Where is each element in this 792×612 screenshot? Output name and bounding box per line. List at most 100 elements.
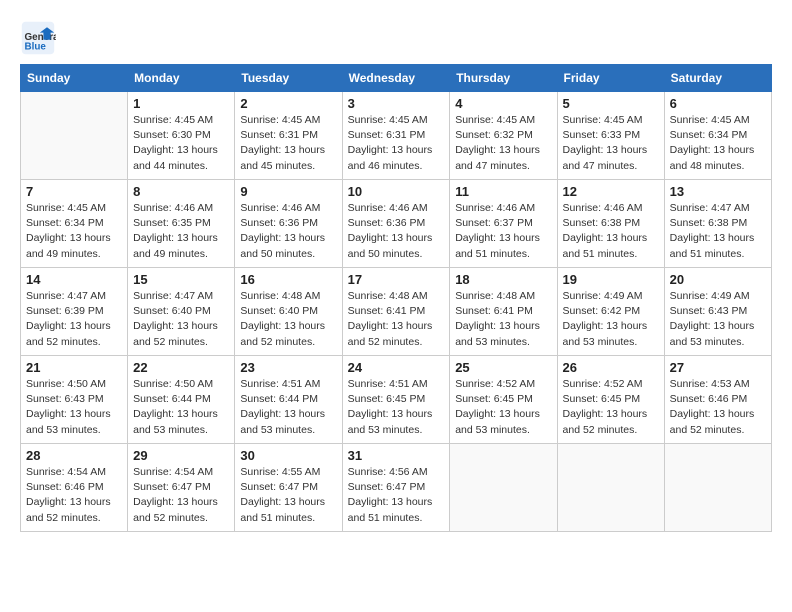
- calendar-cell: 24 Sunrise: 4:51 AM Sunset: 6:45 PM Dayli…: [342, 356, 450, 444]
- calendar-cell: 25 Sunrise: 4:52 AM Sunset: 6:45 PM Dayli…: [450, 356, 557, 444]
- calendar-cell: 22 Sunrise: 4:50 AM Sunset: 6:44 PM Dayli…: [128, 356, 235, 444]
- day-info: Sunrise: 4:45 AM Sunset: 6:30 PM Dayligh…: [133, 113, 229, 174]
- day-info: Sunrise: 4:45 AM Sunset: 6:31 PM Dayligh…: [348, 113, 445, 174]
- day-info: Sunrise: 4:50 AM Sunset: 6:43 PM Dayligh…: [26, 377, 122, 438]
- calendar-week-row: 1 Sunrise: 4:45 AM Sunset: 6:30 PM Daylig…: [21, 92, 772, 180]
- calendar-week-row: 14 Sunrise: 4:47 AM Sunset: 6:39 PM Dayli…: [21, 268, 772, 356]
- weekday-header-friday: Friday: [557, 65, 664, 92]
- day-number: 4: [455, 96, 551, 111]
- day-info: Sunrise: 4:49 AM Sunset: 6:43 PM Dayligh…: [670, 289, 766, 350]
- calendar-cell: 8 Sunrise: 4:46 AM Sunset: 6:35 PM Daylig…: [128, 180, 235, 268]
- day-number: 14: [26, 272, 122, 287]
- calendar-cell: 2 Sunrise: 4:45 AM Sunset: 6:31 PM Daylig…: [235, 92, 342, 180]
- calendar-week-row: 7 Sunrise: 4:45 AM Sunset: 6:34 PM Daylig…: [21, 180, 772, 268]
- day-number: 11: [455, 184, 551, 199]
- day-info: Sunrise: 4:53 AM Sunset: 6:46 PM Dayligh…: [670, 377, 766, 438]
- calendar-cell: 16Sunrise: 4:48 AM Sunset: 6:40 PM Dayli…: [235, 268, 342, 356]
- day-info: Sunrise: 4:48 AM Sunset: 6:41 PM Dayligh…: [455, 289, 551, 350]
- day-number: 24: [348, 360, 445, 375]
- day-info: Sunrise: 4:52 AM Sunset: 6:45 PM Dayligh…: [455, 377, 551, 438]
- day-info: Sunrise: 4:52 AM Sunset: 6:45 PM Dayligh…: [563, 377, 659, 438]
- calendar-cell: 13 Sunrise: 4:47 AM Sunset: 6:38 PM Dayli…: [664, 180, 771, 268]
- day-info: Sunrise: 4:56 AM Sunset: 6:47 PM Dayligh…: [348, 465, 445, 526]
- calendar-cell: 29Sunrise: 4:54 AM Sunset: 6:47 PM Dayli…: [128, 444, 235, 532]
- day-info: Sunrise: 4:45 AM Sunset: 6:34 PM Dayligh…: [26, 201, 122, 262]
- day-number: 12: [563, 184, 659, 199]
- day-number: 25: [455, 360, 551, 375]
- svg-text:Blue: Blue: [25, 42, 47, 53]
- day-number: 3: [348, 96, 445, 111]
- day-number: 30: [240, 448, 336, 463]
- calendar-week-row: 28 Sunrise: 4:54 AM Sunset: 6:46 PM Dayli…: [21, 444, 772, 532]
- day-number: 8: [133, 184, 229, 199]
- day-number: 19: [563, 272, 659, 287]
- day-number: 20: [670, 272, 766, 287]
- calendar-cell: 26 Sunrise: 4:52 AM Sunset: 6:45 PM Dayli…: [557, 356, 664, 444]
- day-info: Sunrise: 4:47 AM Sunset: 6:40 PM Dayligh…: [133, 289, 229, 350]
- weekday-header-saturday: Saturday: [664, 65, 771, 92]
- calendar-cell: 15 Sunrise: 4:47 AM Sunset: 6:40 PM Dayli…: [128, 268, 235, 356]
- calendar-cell: [664, 444, 771, 532]
- day-number: 1: [133, 96, 229, 111]
- weekday-header-tuesday: Tuesday: [235, 65, 342, 92]
- calendar-cell: [557, 444, 664, 532]
- calendar-cell: [21, 92, 128, 180]
- calendar-table: SundayMondayTuesdayWednesdayThursdayFrid…: [20, 64, 772, 532]
- day-number: 31: [348, 448, 445, 463]
- calendar-cell: 18Sunrise: 4:48 AM Sunset: 6:41 PM Dayli…: [450, 268, 557, 356]
- calendar-cell: 31 Sunrise: 4:56 AM Sunset: 6:47 PM Dayli…: [342, 444, 450, 532]
- day-number: 7: [26, 184, 122, 199]
- day-info: Sunrise: 4:46 AM Sunset: 6:38 PM Dayligh…: [563, 201, 659, 262]
- day-info: Sunrise: 4:47 AM Sunset: 6:38 PM Dayligh…: [670, 201, 766, 262]
- weekday-header-monday: Monday: [128, 65, 235, 92]
- calendar-cell: 4 Sunrise: 4:45 AM Sunset: 6:32 PM Daylig…: [450, 92, 557, 180]
- day-number: 10: [348, 184, 445, 199]
- calendar-cell: 11 Sunrise: 4:46 AM Sunset: 6:37 PM Dayli…: [450, 180, 557, 268]
- calendar-week-row: 21 Sunrise: 4:50 AM Sunset: 6:43 PM Dayli…: [21, 356, 772, 444]
- calendar-cell: 5Sunrise: 4:45 AM Sunset: 6:33 PM Daylig…: [557, 92, 664, 180]
- day-info: Sunrise: 4:51 AM Sunset: 6:45 PM Dayligh…: [348, 377, 445, 438]
- day-info: Sunrise: 4:45 AM Sunset: 6:32 PM Dayligh…: [455, 113, 551, 174]
- day-number: 29: [133, 448, 229, 463]
- day-info: Sunrise: 4:54 AM Sunset: 6:46 PM Dayligh…: [26, 465, 122, 526]
- calendar-cell: 19 Sunrise: 4:49 AM Sunset: 6:42 PM Dayli…: [557, 268, 664, 356]
- day-info: Sunrise: 4:49 AM Sunset: 6:42 PM Dayligh…: [563, 289, 659, 350]
- day-number: 23: [240, 360, 336, 375]
- day-number: 28: [26, 448, 122, 463]
- day-number: 27: [670, 360, 766, 375]
- day-info: Sunrise: 4:51 AM Sunset: 6:44 PM Dayligh…: [240, 377, 336, 438]
- calendar-cell: 23 Sunrise: 4:51 AM Sunset: 6:44 PM Dayli…: [235, 356, 342, 444]
- day-info: Sunrise: 4:48 AM Sunset: 6:41 PM Dayligh…: [348, 289, 445, 350]
- day-info: Sunrise: 4:46 AM Sunset: 6:37 PM Dayligh…: [455, 201, 551, 262]
- day-info: Sunrise: 4:46 AM Sunset: 6:35 PM Dayligh…: [133, 201, 229, 262]
- day-number: 16: [240, 272, 336, 287]
- day-number: 2: [240, 96, 336, 111]
- weekday-header-row: SundayMondayTuesdayWednesdayThursdayFrid…: [21, 65, 772, 92]
- calendar-cell: 28 Sunrise: 4:54 AM Sunset: 6:46 PM Dayli…: [21, 444, 128, 532]
- calendar-cell: 20 Sunrise: 4:49 AM Sunset: 6:43 PM Dayli…: [664, 268, 771, 356]
- weekday-header-wednesday: Wednesday: [342, 65, 450, 92]
- logo: General Blue: [20, 20, 60, 56]
- calendar-cell: 6Sunrise: 4:45 AM Sunset: 6:34 PM Daylig…: [664, 92, 771, 180]
- day-number: 26: [563, 360, 659, 375]
- day-number: 6: [670, 96, 766, 111]
- day-info: Sunrise: 4:46 AM Sunset: 6:36 PM Dayligh…: [348, 201, 445, 262]
- day-info: Sunrise: 4:47 AM Sunset: 6:39 PM Dayligh…: [26, 289, 122, 350]
- calendar-cell: 14 Sunrise: 4:47 AM Sunset: 6:39 PM Dayli…: [21, 268, 128, 356]
- day-info: Sunrise: 4:50 AM Sunset: 6:44 PM Dayligh…: [133, 377, 229, 438]
- calendar-cell: 17Sunrise: 4:48 AM Sunset: 6:41 PM Dayli…: [342, 268, 450, 356]
- day-info: Sunrise: 4:45 AM Sunset: 6:31 PM Dayligh…: [240, 113, 336, 174]
- weekday-header-sunday: Sunday: [21, 65, 128, 92]
- day-info: Sunrise: 4:46 AM Sunset: 6:36 PM Dayligh…: [240, 201, 336, 262]
- calendar-cell: [450, 444, 557, 532]
- calendar-cell: 9Sunrise: 4:46 AM Sunset: 6:36 PM Daylig…: [235, 180, 342, 268]
- day-info: Sunrise: 4:55 AM Sunset: 6:47 PM Dayligh…: [240, 465, 336, 526]
- calendar-cell: 10 Sunrise: 4:46 AM Sunset: 6:36 PM Dayli…: [342, 180, 450, 268]
- page-header: General Blue: [20, 20, 772, 56]
- day-number: 22: [133, 360, 229, 375]
- calendar-cell: 1 Sunrise: 4:45 AM Sunset: 6:30 PM Daylig…: [128, 92, 235, 180]
- weekday-header-thursday: Thursday: [450, 65, 557, 92]
- day-number: 13: [670, 184, 766, 199]
- day-number: 15: [133, 272, 229, 287]
- day-number: 21: [26, 360, 122, 375]
